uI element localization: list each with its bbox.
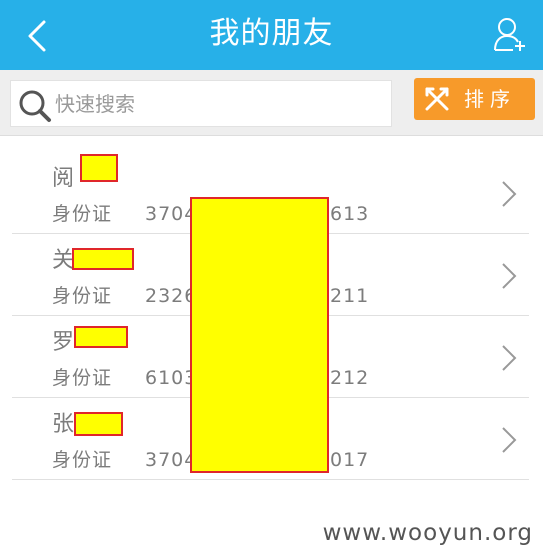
friend-name: 张: [52, 412, 75, 437]
id-number-redaction: [190, 197, 329, 473]
name-redaction: [74, 326, 128, 348]
id-label: 身份证: [52, 449, 113, 471]
chevron-right-icon: [502, 263, 517, 289]
name-redaction: [72, 248, 134, 270]
chevron-right-icon: [502, 181, 517, 207]
name-redaction: [74, 412, 123, 436]
chevron-right-icon: [502, 427, 517, 453]
search-placeholder: 快速搜索: [55, 92, 135, 116]
friend-name: 关: [52, 248, 75, 273]
id-number-suffix: 017: [330, 449, 370, 471]
search-input[interactable]: 快速搜索: [10, 80, 392, 127]
search-bar: 快速搜索 排序: [0, 70, 543, 136]
search-icon: [19, 90, 51, 122]
sort-button-label: 排序: [464, 87, 516, 111]
add-user-icon[interactable]: [493, 16, 527, 54]
id-label: 身份证: [52, 285, 113, 307]
sort-button[interactable]: 排序: [414, 78, 535, 120]
id-number-suffix: 212: [330, 367, 370, 389]
shuffle-icon: [425, 87, 449, 111]
watermark: www.wooyun.org: [322, 520, 533, 546]
name-redaction: [80, 154, 118, 182]
friend-name: 罗: [52, 330, 75, 355]
id-label: 身份证: [52, 203, 113, 225]
page-title: 我的朋友: [209, 16, 334, 51]
id-number-suffix: 613: [330, 203, 370, 225]
id-label: 身份证: [52, 367, 113, 389]
top-bar: 我的朋友: [0, 0, 543, 70]
chevron-right-icon: [502, 345, 517, 371]
friend-name: 阅: [52, 166, 75, 191]
id-number-suffix: 211: [330, 285, 370, 307]
